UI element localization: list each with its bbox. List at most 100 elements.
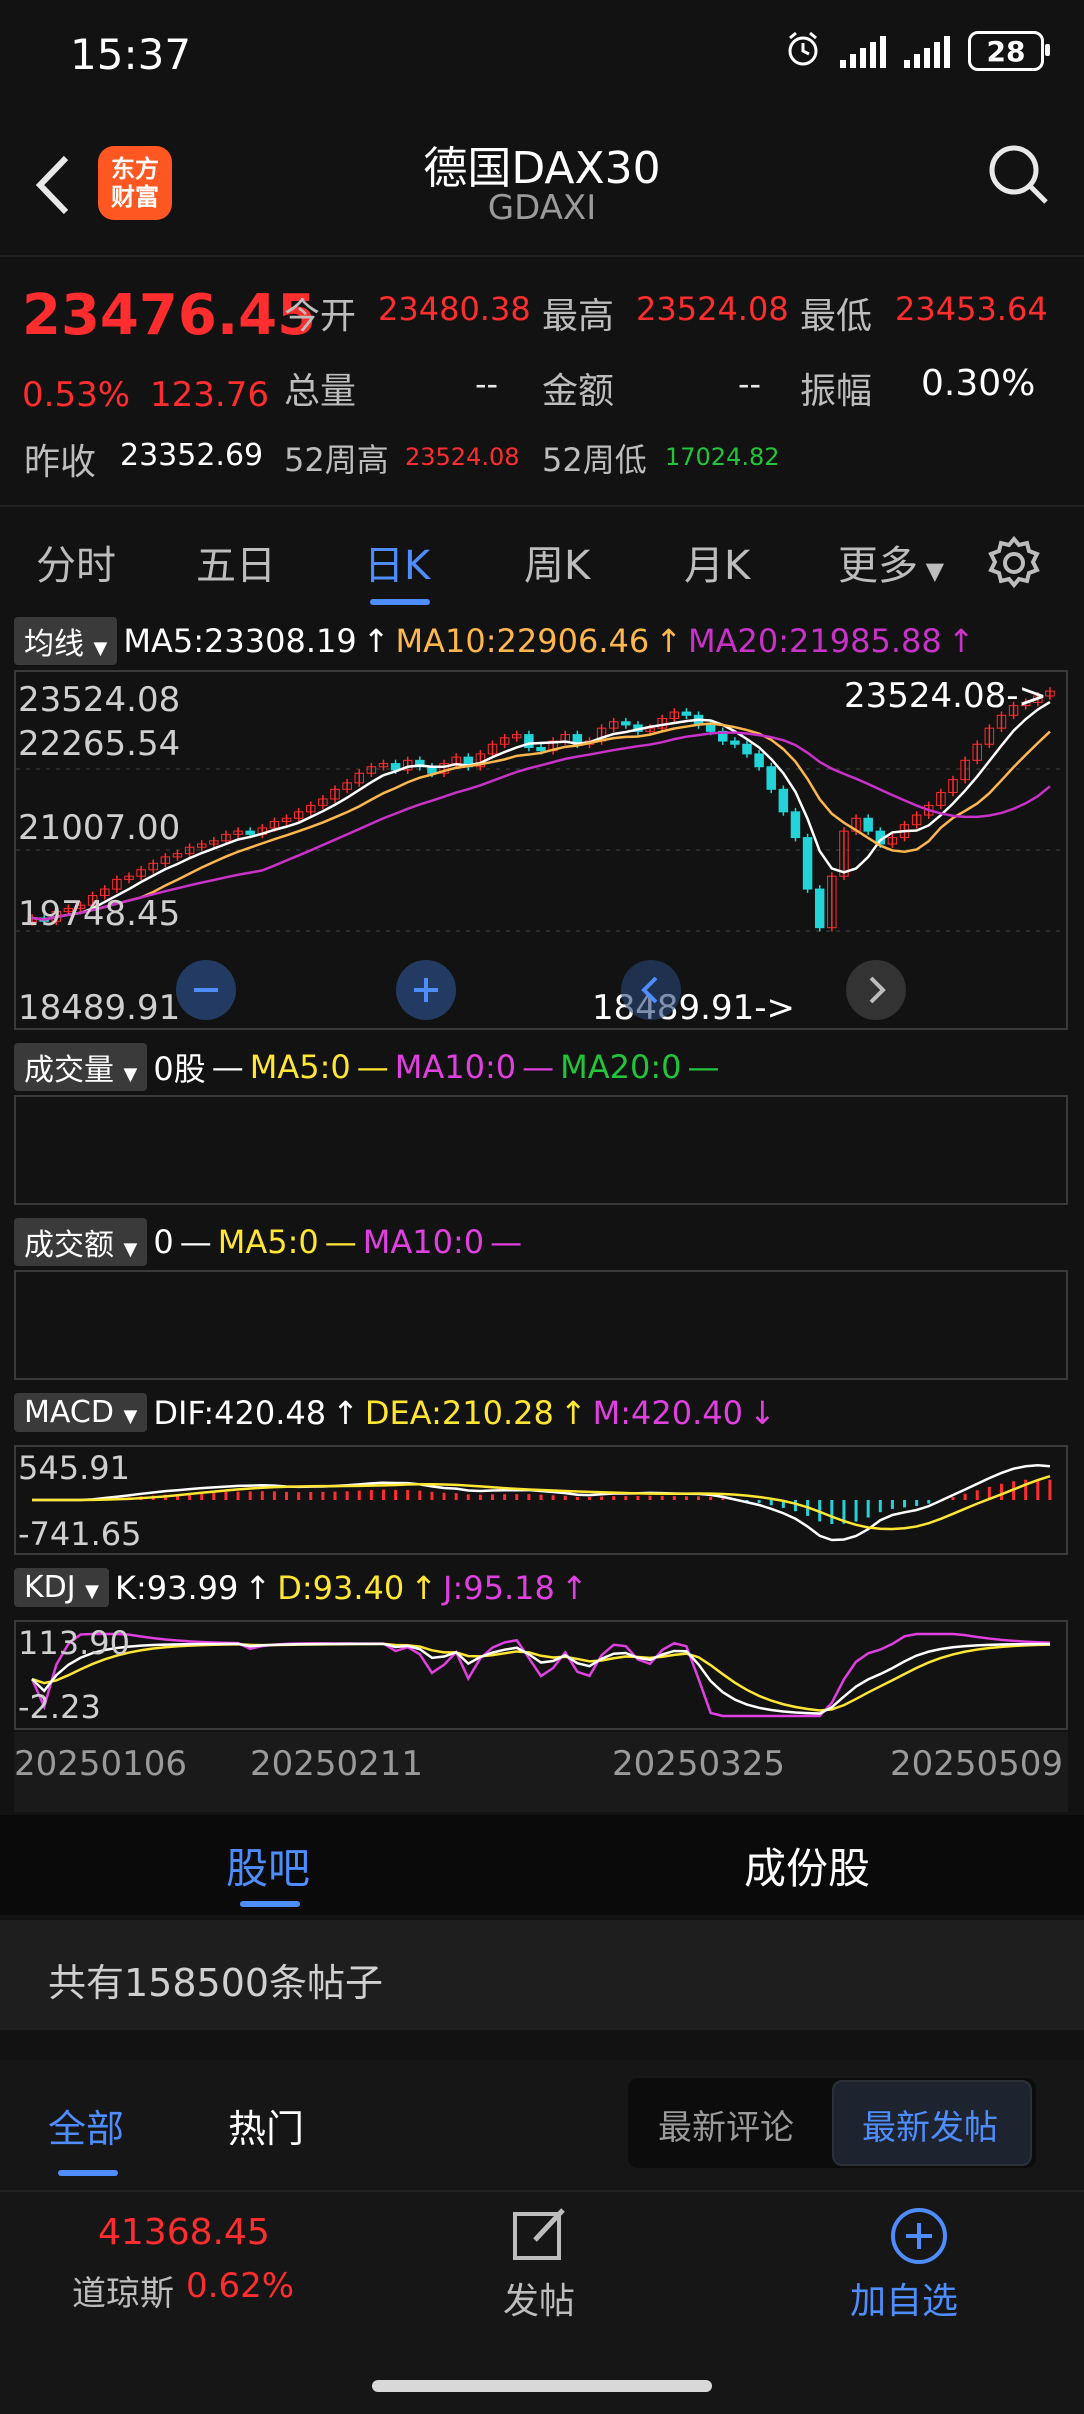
macd-selector[interactable]: MACD ▼	[14, 1393, 148, 1432]
amount-ma5: MA5:0	[217, 1223, 319, 1261]
kdj-axis-bottom: -2.23	[18, 1688, 101, 1726]
sort-toggle: 最新评论 最新发帖	[628, 2078, 1036, 2168]
signal-icon	[840, 34, 886, 68]
sort-latest-comment[interactable]: 最新评论	[658, 2100, 794, 2149]
amount-value: 0	[153, 1223, 174, 1261]
volume-ma10: MA10:0	[394, 1048, 517, 1086]
tab-daily-k[interactable]: 日K	[364, 533, 430, 591]
kdj-axis-top: 113.90	[18, 1624, 130, 1662]
sort-latest-post[interactable]: 最新发帖	[862, 2100, 998, 2149]
page-subtitle: GDAXI	[487, 188, 597, 228]
kdj-d-arrow: ↑	[410, 1568, 438, 1607]
price-axis-label: 21007.00	[18, 808, 181, 848]
kdj-svg	[30, 1632, 1050, 1718]
zoom-in-button[interactable]	[396, 960, 456, 1020]
tab-monthly-k[interactable]: 月K	[684, 533, 750, 591]
scroll-left-button[interactable]	[621, 960, 681, 1020]
chart-settings-button[interactable]	[986, 535, 1042, 595]
last-price: 23476.45	[22, 283, 317, 348]
date-label: 20250325	[612, 1744, 786, 1784]
dow-name[interactable]: 道琼斯	[72, 2266, 174, 2315]
date-label: 20250211	[250, 1744, 424, 1784]
macd-svg	[32, 1463, 1052, 1542]
kdj-d: D:93.40	[277, 1568, 405, 1607]
kdj-selector[interactable]: KDJ ▼	[14, 1568, 110, 1607]
ma5-arrow: ↑	[362, 622, 390, 660]
status-clock: 15:37	[70, 30, 192, 79]
search-button[interactable]	[984, 140, 1054, 210]
dow-value[interactable]: 41368.45	[98, 2212, 270, 2253]
open-label: 今开	[284, 296, 357, 337]
volume-selector[interactable]: 成交量 ▼	[14, 1043, 148, 1091]
ma-selector-label: 均线	[24, 627, 84, 662]
kdj-j-arrow: ↑	[560, 1568, 588, 1607]
macd-dea-line	[32, 1475, 1051, 1531]
volume-dash: —	[211, 1048, 244, 1086]
volume-label: 总量	[284, 371, 357, 412]
amount-panel	[14, 1270, 1068, 1380]
home-indicator[interactable]	[372, 2380, 712, 2392]
price-axis-label: 18489.91	[18, 988, 181, 1028]
plus-circle-icon	[891, 2208, 947, 2264]
tab-five-day[interactable]: 五日	[196, 533, 276, 591]
high-label: 最高	[542, 296, 615, 337]
tab-intraday[interactable]: 分时	[36, 533, 116, 591]
candle-body	[705, 724, 716, 732]
candle-body	[536, 746, 546, 752]
candle-body	[245, 830, 255, 835]
dow-percent: 0.62%	[186, 2266, 295, 2306]
add-watchlist-label: 加自选	[850, 2281, 959, 2322]
prev-close-value: 23352.69	[120, 438, 264, 473]
macd-selector-label: MACD	[24, 1395, 114, 1430]
amount-value: --	[738, 365, 762, 403]
kdj-selector-label: KDJ	[24, 1570, 76, 1605]
date-label: 20250106	[14, 1744, 188, 1784]
plus-icon	[414, 978, 438, 1002]
post-count: 共有158500条帖子	[48, 1961, 384, 2005]
candle-body	[814, 888, 825, 929]
filter-all[interactable]: 全部	[48, 2098, 124, 2153]
volume-value: --	[475, 365, 499, 403]
edit-icon	[513, 2208, 565, 2260]
add-watchlist-button[interactable]: 加自选	[850, 2204, 958, 2324]
tab-weekly-k[interactable]: 周K	[524, 533, 590, 591]
macd-dea-arrow: ↑	[559, 1393, 587, 1432]
macd-panel: 545.91 -741.65	[14, 1445, 1068, 1555]
dropdown-caret-icon: ▼	[918, 557, 945, 585]
alarm-icon	[784, 30, 822, 72]
amount-selector-label: 成交额	[24, 1228, 114, 1263]
candle-body	[778, 788, 789, 813]
dropdown-caret-icon: ▼	[123, 1406, 138, 1427]
dropdown-caret-icon: ▼	[123, 1239, 138, 1260]
ma-legend: 均线 ▼ MA5:23308.19 ↑ MA10:22906.46 ↑ MA20:2…	[14, 617, 975, 665]
filter-hot[interactable]: 热门	[228, 2098, 304, 2153]
tab-more[interactable]: 更多 ▼	[838, 533, 944, 591]
zoom-out-button[interactable]	[176, 960, 236, 1020]
candle-body	[681, 711, 692, 716]
ma20-arrow: ↑	[947, 622, 975, 660]
tab-forum[interactable]: 股吧	[226, 1835, 310, 1896]
candle-body	[754, 753, 764, 768]
ma-selector[interactable]: 均线 ▼	[14, 617, 118, 665]
high-annotation: 23524.08->	[844, 676, 1047, 716]
tab-constituents[interactable]: 成份股	[744, 1835, 870, 1896]
volume-legend: 成交量 ▼ 0股 — MA5:0— MA10:0— MA20:0—	[14, 1043, 719, 1091]
macd-legend: MACD ▼ DIF:420.48 ↑ DEA:210.28 ↑ M:420.40 ↓	[14, 1393, 776, 1432]
date-label: 20250509	[890, 1744, 1064, 1784]
page-title: 德国DAX30	[423, 143, 661, 194]
macd-axis-top: 545.91	[18, 1449, 130, 1487]
ma5-value: MA5:23308.19	[123, 622, 357, 660]
dropdown-caret-icon: ▼	[123, 1064, 138, 1085]
amount-selector[interactable]: 成交额 ▼	[14, 1218, 148, 1266]
scroll-right-button[interactable]	[846, 960, 906, 1020]
kdj-j: J:95.18	[443, 1568, 555, 1607]
volume-value: 0股	[153, 1050, 206, 1088]
candle-body	[802, 837, 813, 890]
amplitude-label: 振幅	[800, 371, 873, 412]
kline-chart[interactable]: 23524.08 22265.54 21007.00 19748.45 1848…	[14, 670, 1068, 1030]
kdj-k: K:93.99	[115, 1568, 239, 1607]
amount-ma5-dash: —	[324, 1223, 357, 1261]
ma20-line	[31, 731, 1051, 921]
macd-m: M:420.40	[592, 1393, 743, 1432]
post-button[interactable]: 发帖	[503, 2204, 575, 2324]
